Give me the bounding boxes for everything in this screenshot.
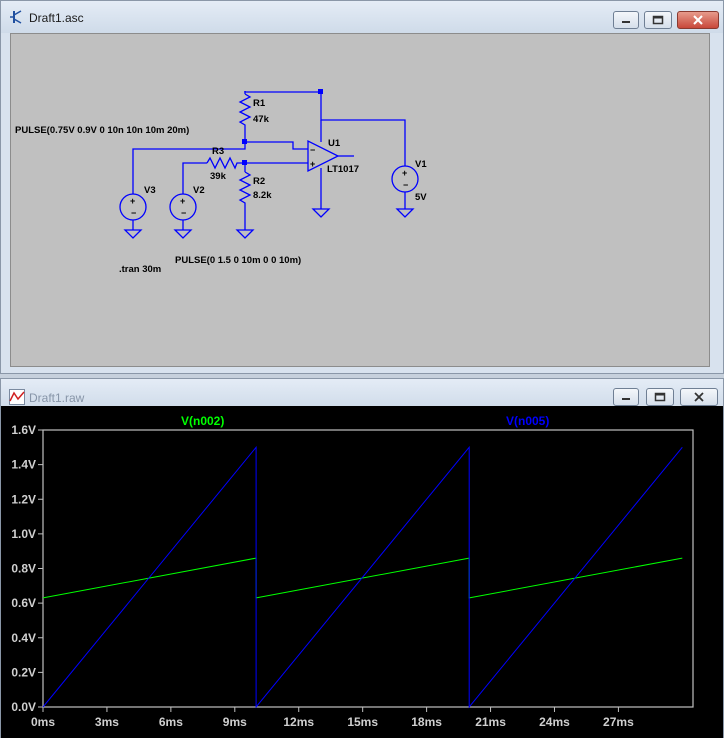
x-tick-label: 18ms: [411, 715, 442, 729]
junction-dot: [318, 89, 323, 94]
y-tick-label: 0.8V: [11, 562, 36, 576]
x-tick-label: 6ms: [159, 715, 183, 729]
r2-label: R2: [253, 176, 265, 187]
v3-pulse-directive: PULSE(0.75V 0.9V 0 10n 10n 10m 20m): [15, 125, 189, 136]
wire: [245, 141, 308, 150]
x-tick-label: 21ms: [475, 715, 506, 729]
waveform-window: Draft1.raw V(n002) V(n005) 0.0V 0.2V 0.4V 0…: [0, 378, 724, 738]
resistor-r2: [238, 171, 252, 230]
ground-symbol: [235, 229, 255, 239]
u1-label: U1: [328, 138, 341, 149]
junction-dot: [242, 160, 247, 165]
svg-text:−: −: [310, 145, 315, 155]
ground-symbol: [123, 229, 143, 239]
r3-label: R3: [212, 146, 224, 157]
tran-directive: .tran 30m: [119, 264, 161, 275]
svg-text:+: +: [402, 168, 407, 178]
r1-value: 47k: [253, 114, 270, 125]
wire: [244, 91, 406, 161]
waveform-window-title: Draft1.raw: [29, 391, 85, 405]
resistor-r3: [206, 156, 245, 170]
ground-symbol: [311, 208, 331, 218]
svg-text:+: +: [310, 159, 315, 169]
minimize-icon: [622, 398, 630, 400]
trace-label-n002[interactable]: V(n002): [181, 414, 224, 428]
schematic-canvas[interactable]: + − + − + − − + R1 47k R3 39k R2 8.2k U1 LT1…: [10, 33, 710, 367]
v3-label: V3: [144, 185, 156, 196]
r2-value: 8.2k: [253, 190, 272, 201]
x-tick-label: 12ms: [283, 715, 314, 729]
y-tick-label: 1.6V: [11, 423, 36, 437]
close-button[interactable]: [677, 11, 719, 29]
y-tick-label: 0.0V: [11, 700, 36, 714]
close-button[interactable]: [680, 388, 718, 406]
x-tick-label: 27ms: [603, 715, 634, 729]
v1-label: V1: [415, 159, 427, 170]
y-tick-label: 1.0V: [11, 527, 36, 541]
trace-label-n005[interactable]: V(n005): [506, 414, 549, 428]
plot-frame: [42, 429, 694, 708]
ground-symbol: [395, 208, 415, 218]
svg-text:−: −: [131, 208, 136, 218]
x-tick-label: 24ms: [539, 715, 570, 729]
svg-text:−: −: [403, 180, 408, 190]
v2-pulse-directive: PULSE(0 1.5 0 10m 0 0 10m): [175, 255, 301, 266]
y-tick-label: 0.2V: [11, 665, 36, 679]
resistor-r1: [238, 93, 252, 142]
y-tick-label: 0.4V: [11, 631, 36, 645]
u1-value: LT1017: [327, 164, 359, 175]
x-tick-label: 3ms: [95, 715, 119, 729]
trace-vn005[interactable]: [42, 445, 683, 709]
close-icon: [694, 392, 704, 402]
restore-icon: [652, 15, 664, 25]
minimize-icon: [622, 21, 630, 23]
ground-symbol: [173, 229, 193, 239]
r1-label: R1: [253, 98, 266, 109]
minimize-button[interactable]: [613, 11, 639, 29]
y-tick-label: 1.4V: [11, 458, 36, 472]
x-tick-label: 15ms: [347, 715, 378, 729]
schematic-window: Draft1.asc + − + − + − − + R1 47k R3 39k…: [0, 0, 724, 374]
y-tick-label: 0.6V: [11, 596, 36, 610]
restore-button[interactable]: [646, 388, 674, 406]
svg-text:−: −: [181, 208, 186, 218]
transistor-icon: [10, 10, 22, 24]
y-tick-label: 1.2V: [11, 492, 36, 506]
x-tick-label: 0ms: [31, 715, 55, 729]
v2-label: V2: [193, 185, 205, 196]
svg-text:+: +: [130, 196, 135, 206]
minimize-button[interactable]: [613, 388, 639, 406]
restore-icon: [654, 392, 666, 402]
junction-dot: [242, 139, 247, 144]
close-icon: [693, 15, 703, 25]
r3-value: 39k: [210, 171, 227, 182]
restore-button[interactable]: [644, 11, 672, 29]
waveform-plot-area[interactable]: V(n002) V(n005) 0.0V 0.2V 0.4V 0.6V 0.8V 1.0V…: [1, 406, 723, 738]
svg-text:+: +: [180, 196, 185, 206]
schematic-window-title: Draft1.asc: [29, 11, 84, 25]
x-tick-label: 9ms: [223, 715, 247, 729]
waveform-titlebar[interactable]: Draft1.raw: [1, 379, 723, 409]
schematic-titlebar[interactable]: Draft1.asc: [1, 1, 723, 33]
waveform-icon: [9, 389, 25, 405]
v1-value: 5V: [415, 192, 427, 203]
